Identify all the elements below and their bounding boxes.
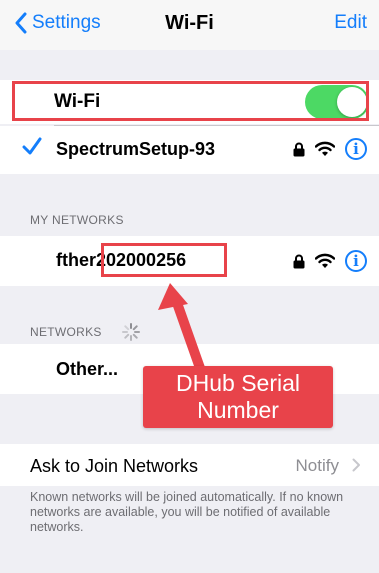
ask-to-join-value: Notify	[295, 456, 339, 475]
network-name-prefix: fther	[56, 250, 96, 270]
other-network-label: Other...	[56, 359, 119, 379]
connected-network-row[interactable]: SpectrumSetup-93 i	[0, 126, 379, 174]
my-networks-header: MY NETWORKS	[30, 213, 124, 227]
edit-button[interactable]: Edit	[334, 12, 367, 34]
loading-spinner-icon	[122, 323, 140, 341]
network-status-icons: i	[293, 250, 367, 272]
wifi-signal-icon	[315, 253, 335, 268]
ask-to-join-row[interactable]: Ask to Join Networks Notify	[0, 444, 379, 486]
wifi-signal-icon	[315, 141, 335, 156]
page-title: Wi-Fi	[165, 12, 214, 34]
dhub-serial-callout: DHub Serial Number	[143, 366, 333, 428]
ask-to-join-label: Ask to Join Networks	[30, 456, 199, 476]
callout-line-1: DHub Serial	[176, 370, 300, 396]
ask-to-join-description: Known networks will be joined automatica…	[30, 490, 344, 534]
callout-line-2: Number	[197, 397, 279, 423]
checkmark-icon	[22, 137, 42, 155]
lock-icon	[293, 254, 305, 268]
network-status-icons: i	[293, 138, 367, 160]
navigation-bar: Settings Wi-Fi Edit	[0, 0, 379, 50]
chevron-right-icon	[352, 458, 360, 472]
lock-icon	[293, 142, 305, 156]
wifi-highlight-box	[12, 81, 369, 121]
serial-highlight-box	[101, 243, 227, 277]
connected-network-name: SpectrumSetup-93	[56, 139, 216, 159]
info-icon[interactable]: i	[345, 250, 367, 272]
networks-header: NETWORKS	[30, 325, 102, 339]
info-icon[interactable]: i	[345, 138, 367, 160]
